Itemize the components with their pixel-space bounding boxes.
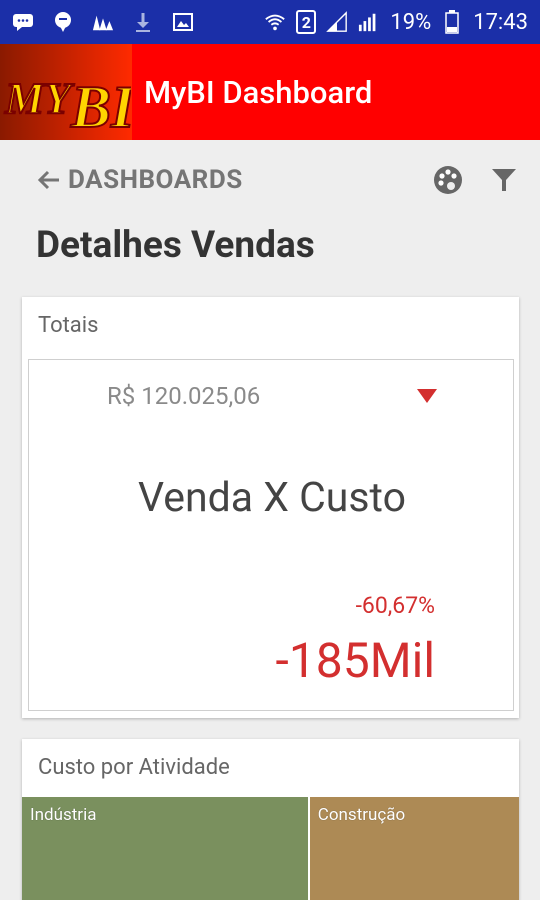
sim-icon: 2 (296, 10, 317, 34)
wifi-icon (264, 11, 286, 33)
svg-text:BI: BI (70, 74, 131, 137)
treemap-tile[interactable]: Construção (307, 797, 519, 900)
treemap-chart: Indústria Construção (22, 797, 519, 900)
kpi-percent: -60,67% (355, 592, 435, 619)
back-to-dashboards-button[interactable]: DASHBOARDS (36, 165, 243, 195)
download-icon (132, 11, 154, 33)
card-title: Totais (38, 313, 99, 338)
system-status: 2 19% 17:43 (264, 10, 528, 35)
trend-down-icon (416, 388, 438, 408)
chat-icon (52, 11, 74, 33)
app-logo[interactable]: MY BI (0, 44, 132, 140)
app-title: MyBI Dashboard (144, 73, 373, 111)
kpi-widget[interactable]: R$ 120.025,06 Venda X Custo -60,67% -185… (28, 359, 514, 711)
kpi-value: -185Mil (275, 632, 435, 689)
image-icon (172, 11, 194, 33)
status-bar: 2 19% 17:43 (0, 0, 540, 44)
dashboard-toolbar: DASHBOARDS (36, 160, 518, 200)
back-label: DASHBOARDS (68, 165, 243, 195)
message-icon (12, 11, 34, 33)
clock: 17:43 (473, 9, 528, 35)
reference-value: R$ 120.025,06 (107, 382, 261, 410)
palette-icon[interactable] (432, 164, 464, 196)
card-title: Custo por Atividade (38, 755, 230, 780)
arrow-back-icon (36, 167, 62, 193)
app-icon (92, 11, 114, 33)
svg-text:MY: MY (4, 74, 75, 123)
notification-icons (12, 11, 194, 33)
signal-icon (358, 11, 380, 33)
page-title: Detalhes Vendas (36, 224, 315, 267)
activity-card: Custo por Atividade Indústria Construção (22, 739, 519, 900)
kpi-name: Venda X Custo (138, 474, 406, 522)
totals-card: Totais R$ 120.025,06 Venda X Custo -60,6… (22, 297, 519, 718)
treemap-tile[interactable]: Indústria (22, 797, 308, 900)
app-bar: MY BI MyBI Dashboard (0, 44, 540, 140)
signal-icon (326, 11, 348, 33)
battery-icon (441, 10, 463, 34)
battery-percent: 19% (390, 9, 432, 35)
filter-icon[interactable] (490, 166, 518, 194)
